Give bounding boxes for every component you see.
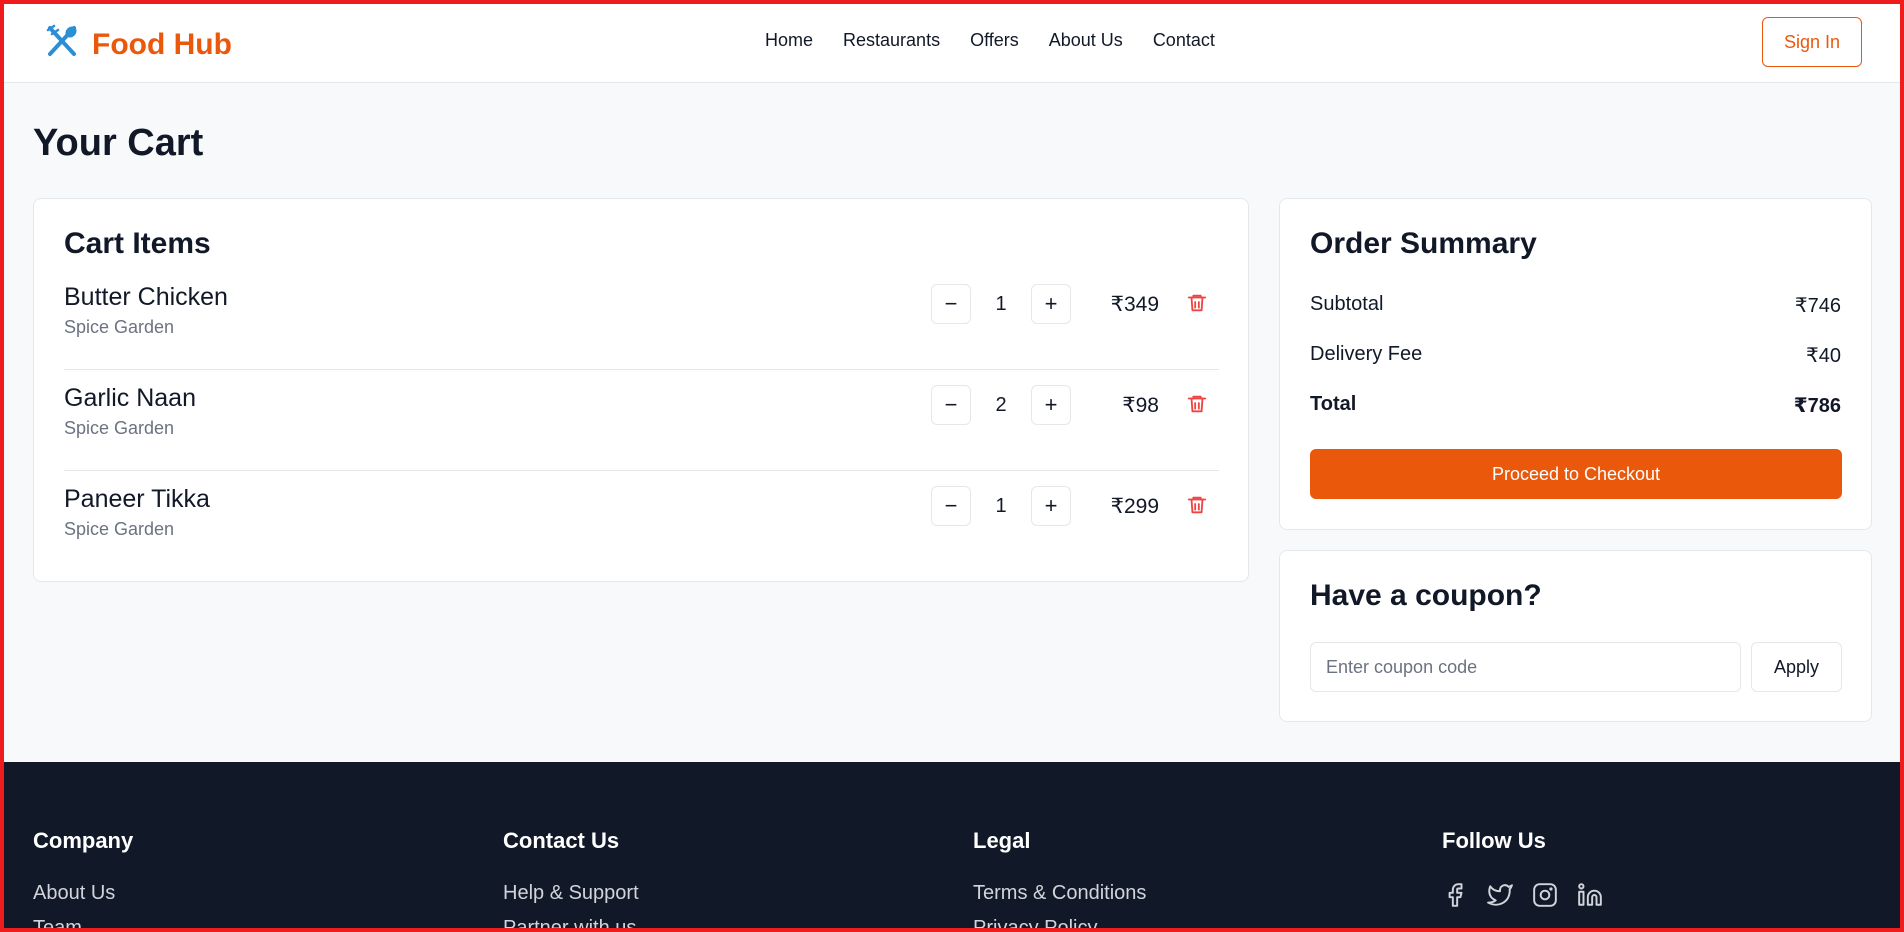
order-summary-card: Order Summary Subtotal ₹746 Delivery Fee… [1279,198,1872,530]
site-header: Food Hub Home Restaurants Offers About U… [0,0,1904,83]
item-quantity: 1 [995,495,1007,517]
nav-offers[interactable]: Offers [970,30,1019,51]
linkedin-icon[interactable] [1577,882,1603,908]
item-restaurant: Spice Garden [64,418,175,438]
item-quantity: 2 [995,394,1007,416]
increase-qty-button[interactable]: + [1031,385,1071,425]
increase-qty-button[interactable]: + [1031,486,1071,526]
footer-follow-title: Follow Us [1442,828,1546,853]
coupon-card: Have a coupon? Apply [1279,550,1872,722]
trash-icon[interactable] [1186,494,1210,518]
twitter-icon[interactable] [1487,882,1513,908]
facebook-icon[interactable] [1442,882,1468,908]
footer-link-terms[interactable]: Terms & Conditions [973,882,1146,905]
delivery-fee-value: ₹40 [1806,345,1841,367]
brand-logo[interactable]: Food Hub [44,24,232,65]
trash-icon[interactable] [1186,292,1210,316]
footer-link-about-us[interactable]: About Us [33,882,133,905]
cart-item: Garlic Naan Spice Garden − 2 + ₹98 [64,370,1219,471]
page-title: Your Cart [33,122,204,164]
item-price: ₹349 [1110,293,1159,316]
coupon-title: Have a coupon? [1310,579,1542,612]
order-summary-title: Order Summary [1310,227,1537,260]
footer-company: Company About Us Team [33,828,133,932]
total-label: Total [1310,393,1357,415]
footer-follow: Follow Us [1442,828,1622,908]
footer-link-help-support[interactable]: Help & Support [503,882,639,905]
decrease-qty-button[interactable]: − [931,284,971,324]
footer-link-privacy[interactable]: Privacy Policy [973,917,1146,932]
footer-legal-title: Legal [973,828,1031,853]
subtotal-row: Subtotal ₹746 [1310,293,1841,318]
sign-in-button[interactable]: Sign In [1762,17,1862,67]
nav-contact[interactable]: Contact [1153,30,1215,51]
nav-about-us[interactable]: About Us [1049,30,1123,51]
cart-item: Butter Chicken Spice Garden − 1 + ₹349 [64,269,1219,370]
increase-qty-button[interactable]: + [1031,284,1071,324]
footer-link-team[interactable]: Team [33,917,133,932]
footer-link-partner[interactable]: Partner with us [503,917,639,932]
nav-restaurants[interactable]: Restaurants [843,30,940,51]
item-price: ₹98 [1122,394,1159,417]
main-nav: Home Restaurants Offers About Us Contact [765,30,1245,51]
decrease-qty-button[interactable]: − [931,385,971,425]
checkout-button[interactable]: Proceed to Checkout [1310,449,1842,499]
cart-items-title: Cart Items [64,227,211,260]
social-links [1442,882,1622,908]
delivery-fee-row: Delivery Fee ₹40 [1310,343,1841,368]
apply-coupon-button[interactable]: Apply [1751,642,1842,692]
coupon-input[interactable] [1310,642,1741,692]
item-restaurant: Spice Garden [64,519,175,539]
subtotal-label: Subtotal [1310,293,1384,315]
item-name: Paneer Tikka [64,485,210,513]
cart-item: Paneer Tikka Spice Garden − 1 + ₹299 [64,471,1219,572]
item-price: ₹299 [1110,495,1159,518]
decrease-qty-button[interactable]: − [931,486,971,526]
trash-icon[interactable] [1186,393,1210,417]
item-name: Garlic Naan [64,384,196,412]
total-value: ₹786 [1793,395,1841,417]
instagram-icon[interactable] [1532,882,1558,908]
brand-name: Food Hub [92,27,232,61]
cart-items-card: Cart Items Butter Chicken Spice Garden −… [33,198,1249,582]
footer-legal: Legal Terms & Conditions Privacy Policy [973,828,1146,932]
subtotal-value: ₹746 [1794,295,1841,317]
item-name: Butter Chicken [64,283,228,311]
nav-home[interactable]: Home [765,30,813,51]
footer-contact-title: Contact Us [503,828,620,853]
delivery-fee-label: Delivery Fee [1310,343,1423,365]
total-row: Total ₹786 [1310,393,1841,418]
footer-company-title: Company [33,828,134,853]
site-footer: Company About Us Team Contact Us Help & … [0,762,1904,932]
item-quantity: 1 [995,293,1007,315]
footer-contact: Contact Us Help & Support Partner with u… [503,828,639,932]
utensils-icon [44,24,80,65]
item-restaurant: Spice Garden [64,317,175,337]
